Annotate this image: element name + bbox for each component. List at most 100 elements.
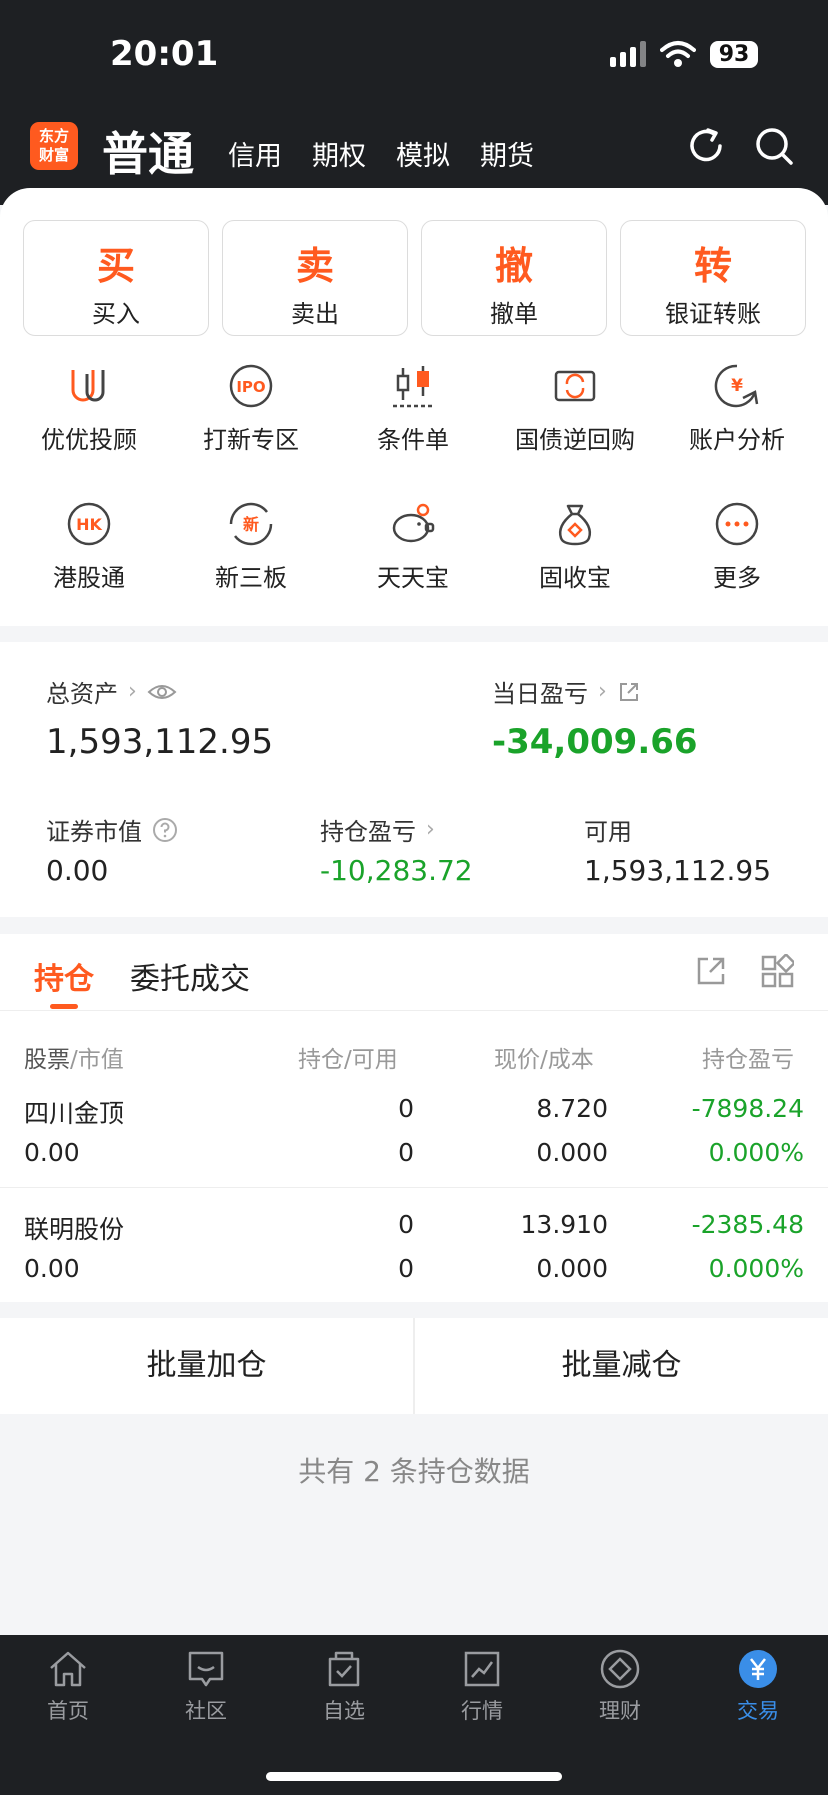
- feature-uu-advisor[interactable]: 优优投顾: [9, 362, 169, 455]
- account-type-tabs: 信用 期权 模拟 期货: [228, 134, 534, 173]
- feature-label: 条件单: [377, 426, 449, 454]
- tab-futures[interactable]: 期货: [480, 134, 534, 173]
- app-logo: 东方 财富: [30, 122, 78, 170]
- cancel-label: 撤单: [490, 300, 538, 328]
- feature-label: 新三板: [215, 564, 287, 592]
- stock-pl-pct: 0.000%: [708, 1254, 804, 1283]
- tab-home[interactable]: 首页: [18, 1647, 118, 1725]
- header-stock: 股票/市值: [24, 1047, 124, 1073]
- eye-icon[interactable]: [147, 682, 177, 702]
- tab-positions[interactable]: 持仓: [34, 954, 94, 998]
- position-pl-label[interactable]: 持仓盈亏 ›: [320, 812, 435, 847]
- feature-label: 打新专区: [203, 426, 299, 454]
- header-price: 现价/成本: [494, 1047, 594, 1073]
- header-stock-main: 股票: [24, 1047, 70, 1073]
- feature-account-analysis[interactable]: ¥ 账户分析: [657, 362, 817, 455]
- stock-name: 联明股份: [24, 1215, 125, 1244]
- batch-reduce-button[interactable]: 批量减仓: [415, 1318, 828, 1414]
- watchlist-icon: [328, 1651, 360, 1687]
- share-icon[interactable]: [694, 954, 728, 988]
- stock-pl: -2385.48: [691, 1210, 804, 1239]
- stock-market-value: 0.00: [24, 1138, 80, 1167]
- tab-label: 理财: [599, 1699, 641, 1723]
- feature-reverse-repo[interactable]: 国债逆回购: [495, 362, 655, 455]
- header-stock-sub: 市值: [77, 1047, 124, 1073]
- header-price-main: 现价: [494, 1047, 540, 1073]
- candlestick-icon: [393, 366, 433, 408]
- header-pl: 持仓盈亏: [702, 1040, 802, 1074]
- stock-price: 13.910: [520, 1210, 608, 1239]
- new-board-icon: 新: [229, 502, 273, 546]
- stock-name: 四川金顶: [24, 1099, 125, 1128]
- chevron-right-icon: ›: [426, 817, 435, 842]
- sell-button[interactable]: 卖 卖出: [222, 220, 408, 336]
- feature-new-third-board[interactable]: 新 新三板: [171, 500, 331, 593]
- battery-indicator: 93: [710, 40, 758, 68]
- tab-normal[interactable]: 普通: [102, 118, 194, 184]
- stock-available: 0: [398, 1138, 414, 1167]
- holdings-section: 持仓 委托成交 股票/市值 持仓/可用 现价/成本 持仓盈亏 四川金顶 0.00…: [0, 934, 828, 1302]
- chevron-right-icon: ›: [598, 679, 607, 704]
- available-text: 可用: [584, 818, 632, 846]
- home-icon: [50, 1651, 86, 1687]
- feature-label: 天天宝: [377, 564, 449, 592]
- tab-wealth[interactable]: 理财: [570, 1647, 670, 1725]
- tab-simulation[interactable]: 模拟: [396, 134, 450, 173]
- header-price-sub: 成本: [547, 1047, 594, 1073]
- help-icon[interactable]: [152, 817, 178, 843]
- market-icon: [464, 1651, 500, 1687]
- feature-tiantianbao[interactable]: 天天宝: [333, 500, 493, 593]
- feature-label: 港股通: [53, 564, 125, 592]
- external-link-icon[interactable]: [617, 680, 641, 704]
- position-pl-value: -10,283.72: [320, 854, 473, 887]
- feature-ipo[interactable]: IPO 打新专区: [171, 362, 331, 455]
- search-icon[interactable]: [752, 124, 796, 168]
- batch-actions: 批量加仓 批量减仓: [0, 1318, 828, 1414]
- daily-pl-value: -34,009.66: [492, 722, 698, 762]
- divider: [0, 1187, 828, 1188]
- tab-market[interactable]: 行情: [432, 1647, 532, 1725]
- tab-credit[interactable]: 信用: [228, 134, 282, 173]
- stock-position: 0: [398, 1094, 414, 1123]
- community-icon: [188, 1651, 224, 1687]
- cancel-order-button[interactable]: 撤 撤单: [421, 220, 607, 336]
- header-position-main: 持仓: [298, 1047, 344, 1073]
- stock-pl: -7898.24: [691, 1094, 804, 1123]
- daily-pl-label[interactable]: 当日盈亏 ›: [492, 674, 641, 709]
- batch-add-button[interactable]: 批量加仓: [0, 1318, 413, 1414]
- tab-community[interactable]: 社区: [156, 1647, 256, 1725]
- stock-cost: 0.000: [536, 1254, 608, 1283]
- divider: [0, 1010, 828, 1011]
- wealth-icon: [600, 1649, 640, 1689]
- grid-layout-icon[interactable]: [760, 954, 794, 988]
- top-bar: 20:01 93 东方 财富 普通 信用 期权 模拟 期货: [0, 0, 828, 205]
- sell-glyph: 卖: [295, 244, 334, 288]
- refresh-icon[interactable]: [684, 124, 728, 168]
- tab-options[interactable]: 期权: [312, 134, 366, 173]
- bank-transfer-button[interactable]: 转 银证转账: [620, 220, 806, 336]
- buy-button[interactable]: 买 买入: [23, 220, 209, 336]
- hk-icon-text: HK: [76, 515, 102, 534]
- feature-more[interactable]: 更多: [657, 500, 817, 593]
- position-pl-text: 持仓盈亏: [320, 818, 416, 846]
- feature-label: 固收宝: [539, 564, 611, 592]
- feature-label: 更多: [713, 564, 761, 592]
- tab-label: 行情: [461, 1699, 503, 1723]
- stock-cost: 0.000: [536, 1138, 608, 1167]
- daily-pl-text: 当日盈亏: [492, 680, 588, 708]
- feature-gushoubao[interactable]: 固收宝: [495, 500, 655, 593]
- repo-icon: [554, 370, 596, 402]
- tab-trade[interactable]: 交易: [708, 1647, 808, 1725]
- header-position: 持仓/可用: [298, 1047, 398, 1073]
- tab-orders[interactable]: 委托成交: [130, 954, 250, 998]
- feature-hk-connect[interactable]: HK 港股通: [9, 500, 169, 593]
- tab-watchlist[interactable]: 自选: [294, 1647, 394, 1725]
- stock-market-value: 0.00: [24, 1254, 80, 1283]
- sell-label: 卖出: [291, 300, 339, 328]
- ipo-icon: IPO: [229, 364, 273, 408]
- status-time: 20:01: [110, 34, 219, 74]
- total-assets-label[interactable]: 总资产 ›: [46, 674, 177, 709]
- cancel-glyph: 撤: [494, 244, 533, 288]
- feature-conditional-order[interactable]: 条件单: [333, 362, 493, 455]
- wifi-icon: [660, 41, 696, 67]
